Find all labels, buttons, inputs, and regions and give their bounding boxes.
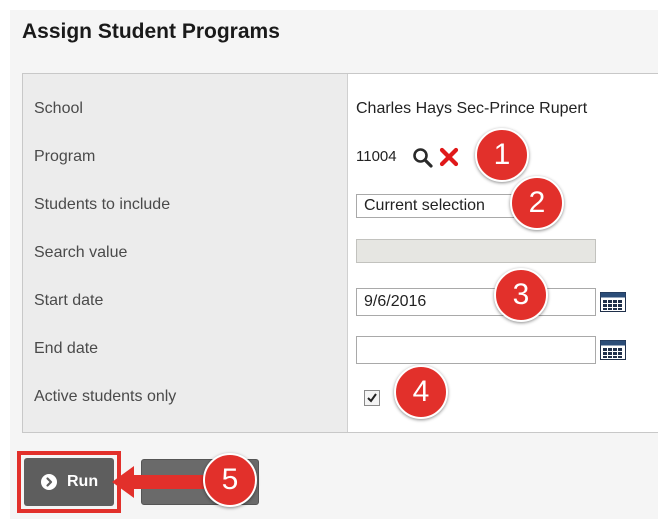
students-select[interactable]: Current selection — [356, 194, 528, 218]
start-date-label: Start date — [34, 292, 104, 309]
run-highlight-box — [17, 451, 121, 513]
close-x-icon[interactable] — [439, 147, 459, 167]
callout-2: 2 — [510, 176, 564, 230]
magnifier-icon[interactable] — [412, 147, 434, 169]
start-date-input[interactable]: 9/6/2016 — [356, 288, 596, 316]
callout-5: 5 — [203, 453, 257, 507]
school-value: Charles Hays Sec-Prince Rupert — [356, 100, 588, 117]
arrow-left-icon — [112, 466, 208, 498]
search-value-input[interactable] — [356, 239, 596, 263]
calendar-icon[interactable] — [600, 340, 626, 360]
calendar-icon[interactable] — [600, 292, 626, 312]
page-title: Assign Student Programs — [22, 20, 280, 43]
students-label: Students to include — [34, 196, 171, 213]
form-panel: School Program Students to include Searc… — [22, 73, 658, 433]
program-label: Program — [34, 148, 96, 165]
school-label: School — [34, 100, 83, 117]
search-label: Search value — [34, 244, 128, 261]
end-date-input[interactable] — [356, 336, 596, 364]
end-date-label: End date — [34, 340, 99, 357]
active-only-checkbox[interactable] — [364, 390, 380, 406]
active-only-label: Active students only — [34, 388, 177, 405]
callout-4: 4 — [394, 365, 448, 419]
callout-1: 1 — [475, 128, 529, 182]
program-value: 11004 — [356, 148, 397, 165]
callout-3: 3 — [494, 268, 548, 322]
checkmark-icon — [367, 393, 377, 403]
